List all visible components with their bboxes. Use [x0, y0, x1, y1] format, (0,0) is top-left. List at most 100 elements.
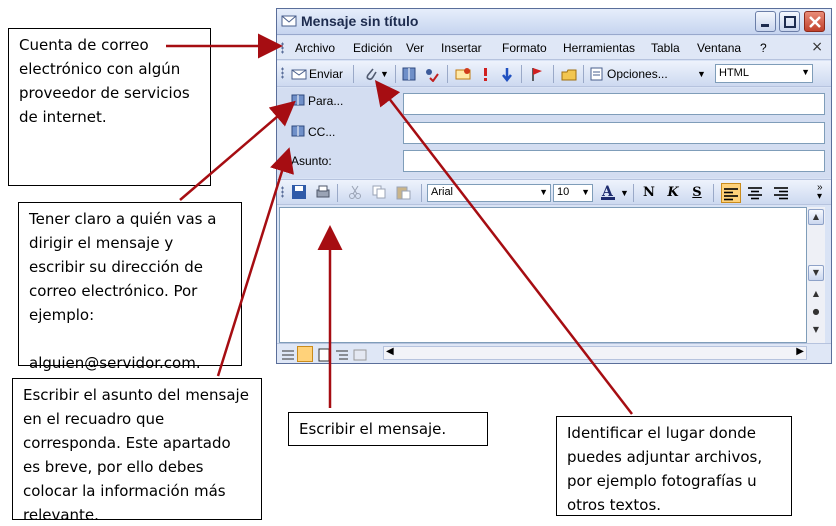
toolbar-separator	[447, 65, 448, 83]
menu-ver[interactable]: Ver	[406, 41, 424, 55]
to-input[interactable]	[403, 93, 825, 115]
attach-dropdown-icon[interactable]: ▼	[380, 69, 389, 79]
title-bar[interactable]: Mensaje sin título	[277, 9, 831, 35]
align-left-icon	[724, 188, 738, 201]
toolbar-separator	[713, 184, 714, 202]
note-message: Escribir el mensaje.	[288, 412, 488, 446]
maximize-icon	[784, 16, 796, 28]
align-center-button[interactable]	[745, 183, 765, 203]
maximize-button[interactable]	[779, 11, 800, 32]
next-page-icon[interactable]: ▼	[808, 323, 824, 339]
menu-bar: Archivo Edición Ver Insertar Formato Her…	[277, 36, 831, 60]
to-label: Para...	[308, 94, 344, 108]
normal-view-icon[interactable]	[281, 347, 295, 361]
align-center-icon	[748, 187, 762, 200]
font-size-value: 10	[557, 186, 570, 198]
italic-button[interactable]: K	[663, 183, 683, 203]
check-names-icon[interactable]	[423, 66, 439, 83]
toolbar-separator	[337, 184, 338, 202]
message-body[interactable]	[279, 207, 807, 343]
to-button[interactable]: Para...	[291, 94, 343, 108]
vertical-scrollbar[interactable]: ▲ ▼ ▲ ● ▼	[807, 207, 825, 343]
horizontal-scrollbar[interactable]: ◀ ▶	[383, 346, 807, 360]
flag-icon[interactable]	[529, 66, 545, 82]
formatting-toolbar: Arial ▼ 10 ▼ A ▼ N K S » ▾	[277, 179, 831, 205]
cc-button[interactable]: CC...	[291, 125, 335, 139]
toolbar-separator	[553, 65, 554, 83]
cc-input[interactable]	[403, 122, 825, 144]
align-right-icon	[774, 187, 788, 200]
save-icon[interactable]	[291, 184, 307, 200]
minimize-button[interactable]	[755, 11, 776, 32]
print-icon[interactable]	[315, 184, 331, 200]
toolbar-overflow-icon[interactable]: » ▾	[817, 183, 823, 202]
message-options-icon[interactable]	[455, 66, 471, 82]
toolbar-separator	[421, 184, 422, 202]
align-right-button[interactable]	[771, 183, 791, 203]
menu-herramientas[interactable]: Herramientas	[563, 41, 635, 55]
menu-archivo[interactable]: Archivo	[295, 41, 335, 55]
chevron-down-icon: ▼	[539, 187, 548, 197]
outline-view-icon[interactable]	[335, 347, 349, 361]
standard-toolbar: Enviar ▼ Opciones... ▼ HTML ▼	[277, 61, 831, 87]
web-view-icon[interactable]	[297, 346, 313, 362]
close-button[interactable]	[804, 11, 825, 32]
options-button[interactable]: Opciones...	[607, 67, 668, 81]
high-importance-icon[interactable]	[477, 66, 493, 82]
print-view-icon[interactable]	[317, 347, 331, 362]
toolbar-separator	[395, 65, 396, 83]
scroll-left-icon[interactable]: ◀	[386, 346, 394, 357]
paperclip-icon[interactable]	[363, 66, 379, 82]
options-icon	[589, 66, 605, 82]
low-importance-icon[interactable]	[499, 66, 515, 83]
address-book-icon	[291, 94, 305, 106]
align-left-button[interactable]	[721, 183, 741, 203]
close-icon	[809, 16, 821, 28]
menu-tabla[interactable]: Tabla	[651, 41, 680, 55]
bold-button[interactable]: N	[639, 183, 659, 203]
address-book-icon	[291, 125, 305, 137]
font-color-icon[interactable]: A	[599, 183, 615, 200]
toolbar-separator	[583, 65, 584, 83]
compose-window: Mensaje sin título Archivo Edición Ver I…	[276, 8, 832, 364]
window-title: Mensaje sin título	[301, 13, 419, 29]
underline-button[interactable]: S	[687, 183, 707, 203]
browse-object-icon[interactable]: ●	[808, 305, 824, 321]
menu-close-icon[interactable]: ×	[811, 39, 823, 55]
copy-icon[interactable]	[371, 184, 387, 200]
menu-edicion[interactable]: Edición	[353, 41, 392, 55]
toolbar-separator	[521, 65, 522, 83]
subject-input[interactable]	[403, 150, 825, 172]
menu-help[interactable]: ?	[760, 41, 767, 55]
options-dropdown-icon[interactable]: ▼	[697, 69, 706, 79]
menu-grip[interactable]	[281, 42, 284, 54]
font-name-value: Arial	[431, 186, 454, 198]
insert-file-icon[interactable]	[561, 66, 577, 82]
chevron-down-icon: ▼	[581, 187, 590, 197]
note-subject: Escribir el asunto del mensaje en el rec…	[12, 378, 262, 524]
paste-icon[interactable]	[395, 184, 411, 200]
scroll-down-icon[interactable]: ▼	[808, 265, 824, 281]
previous-page-icon[interactable]: ▲	[808, 287, 824, 303]
menu-formato[interactable]: Formato	[502, 41, 547, 55]
note-attach: Identificar el lugar donde puedes adjunt…	[556, 416, 792, 516]
toolbar-separator	[353, 65, 354, 83]
stage: Mensaje sin título Archivo Edición Ver I…	[0, 0, 836, 526]
send-button[interactable]: Enviar	[309, 67, 343, 81]
reading-view-icon[interactable]	[353, 347, 367, 361]
toolbar-grip[interactable]	[281, 67, 284, 79]
scroll-right-icon[interactable]: ▶	[796, 346, 804, 357]
envelope-icon	[281, 13, 297, 29]
toolbar-grip[interactable]	[281, 186, 284, 198]
address-book-icon[interactable]	[401, 66, 417, 82]
send-icon	[291, 66, 307, 82]
menu-insertar[interactable]: Insertar	[441, 41, 482, 55]
cut-icon[interactable]	[347, 184, 363, 200]
message-format-value: HTML	[719, 67, 749, 79]
menu-ventana[interactable]: Ventana	[697, 41, 741, 55]
message-format-select[interactable]: HTML ▼	[715, 64, 813, 83]
font-size-select[interactable]: 10 ▼	[553, 184, 593, 202]
scroll-up-icon[interactable]: ▲	[808, 209, 824, 225]
font-color-dropdown-icon[interactable]: ▼	[620, 188, 629, 198]
font-name-select[interactable]: Arial ▼	[427, 184, 551, 202]
